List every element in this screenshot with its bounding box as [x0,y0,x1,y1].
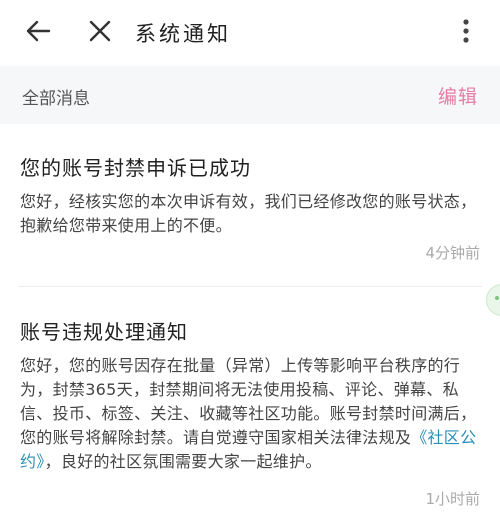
filter-bar: 全部消息 编辑 [0,66,500,124]
notice-body-text: 您好，您的账号因存在批量（异常）上传等影响平台秩序的行为，封禁365天，封禁期间… [20,356,477,447]
arrow-left-icon [26,20,51,42]
top-bar: 系统通知 [0,0,500,67]
divider [18,286,482,287]
notice-item[interactable]: 您的账号封禁申诉已成功 您好，经核实您的本次申诉有效，我们已经修改您的账号状态，… [0,124,500,286]
notice-item[interactable]: 账号违规处理通知 您好，您的账号因存在批量（异常）上传等影响平台秩序的行为，封禁… [0,288,500,524]
more-vertical-icon [463,19,469,43]
notice-time: 4分钟前 [425,244,480,262]
notice-body: 您好，您的账号因存在批量（异常）上传等影响平台秩序的行为，封禁365天，封禁期间… [20,354,480,474]
filter-label[interactable]: 全部消息 [22,84,90,109]
close-icon [89,20,111,42]
assistant-dot-icon [495,296,499,300]
back-button[interactable] [18,11,58,51]
page-title: 系统通知 [135,22,231,46]
close-button[interactable] [80,11,120,51]
more-button[interactable] [446,11,486,51]
notice-body-text: ，良好的社区氛围需要大家一起维护。 [44,452,322,471]
notice-time: 1小时前 [425,490,480,508]
notice-title: 账号违规处理通知 [20,320,188,344]
edit-button[interactable]: 编辑 [438,82,478,109]
notice-body: 您好，经核实您的本次申诉有效，我们已经修改您的账号状态，抱歉给您带来使用上的不便… [20,192,477,235]
notice-title: 您的账号封禁申诉已成功 [20,156,251,180]
